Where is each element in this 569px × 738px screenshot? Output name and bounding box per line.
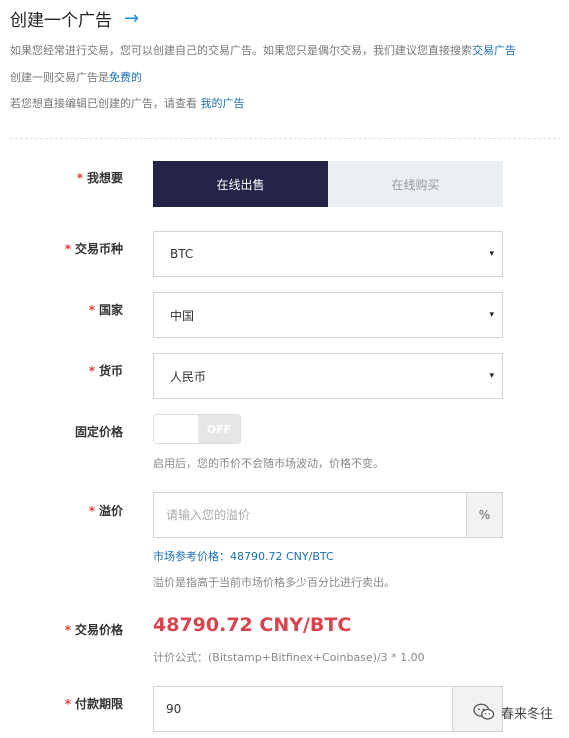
coin-label: * 交易币种 — [0, 240, 123, 257]
section-divider — [10, 138, 561, 139]
page-title: 创建一个广告 → — [10, 6, 139, 31]
page-title-text: 创建一个广告 — [10, 11, 112, 31]
required-mark: * — [88, 303, 95, 317]
country-label-text: 国家 — [98, 303, 123, 317]
country-select-value: 中国 — [170, 308, 195, 323]
premium-label-text: 溢价 — [98, 504, 123, 518]
intro-line-2: 创建一则交易广告是免费的 — [10, 69, 142, 85]
want-label: * 我想要 — [0, 169, 123, 186]
required-mark: * — [64, 697, 71, 711]
premium-label: * 溢价 — [0, 502, 123, 519]
intro-line-2-text: 创建一则交易广告是 — [10, 71, 109, 84]
required-mark: * — [88, 504, 95, 518]
chevron-down-icon: ▾ — [489, 249, 494, 259]
my-ads-link[interactable]: 我的广告 — [201, 97, 245, 110]
currency-label-text: 货币 — [98, 364, 123, 378]
trade-price-label-text: 交易价格 — [74, 623, 123, 637]
required-mark: * — [76, 171, 83, 185]
country-select[interactable]: 中国 ▾ — [153, 292, 503, 338]
intro-line-3: 若您想直接编辑已创建的广告，请查看 我的广告 — [10, 95, 245, 111]
currency-label: * 货币 — [0, 362, 123, 379]
market-reference-price: 市场参考价格：48790.72 CNY/BTC — [153, 550, 334, 563]
country-label: * 国家 — [0, 301, 123, 318]
premium-input-group: % — [153, 492, 503, 538]
free-link[interactable]: 免费的 — [109, 71, 142, 84]
coin-select-value: BTC — [170, 247, 194, 261]
switch-knob — [154, 415, 198, 443]
payment-window-input-group — [153, 686, 453, 732]
chevron-down-icon: ▾ — [489, 310, 494, 320]
required-mark: * — [64, 623, 71, 637]
arrow-right-icon[interactable]: → — [124, 8, 139, 29]
watermark: 春来冬往 — [473, 702, 553, 722]
coin-label-text: 交易币种 — [74, 242, 123, 256]
chevron-down-icon: ▾ — [489, 371, 494, 381]
switch-state: OFF — [198, 415, 240, 443]
required-mark: * — [64, 242, 71, 256]
buy-online-button[interactable]: 在线购买 — [328, 161, 503, 207]
fixed-price-label-text: 固定价格 — [74, 425, 123, 439]
percent-addon: % — [466, 493, 502, 537]
trade-ads-link[interactable]: 交易广告 — [472, 44, 516, 57]
fixed-price-label: 固定价格 — [0, 423, 123, 440]
wechat-icon — [473, 703, 495, 720]
fixed-price-hint: 启用后，您的币价不会随市场波动，价格不变。 — [153, 457, 384, 470]
want-label-text: 我想要 — [86, 171, 123, 185]
intro-line-3-text: 若您想直接编辑已创建的广告，请查看 — [10, 97, 197, 110]
payment-window-label-text: 付款期限 — [74, 697, 123, 711]
trade-price-value: 48790.72 CNY/BTC — [153, 614, 352, 636]
fixed-price-switch[interactable]: OFF — [153, 414, 241, 444]
premium-hint: 溢价是指高于当前市场价格多少百分比进行卖出。 — [153, 576, 395, 589]
required-mark: * — [88, 364, 95, 378]
sell-online-button[interactable]: 在线出售 — [153, 161, 328, 207]
premium-input[interactable] — [154, 493, 466, 537]
watermark-text: 春来冬往 — [500, 706, 553, 722]
payment-window-label: * 付款期限 — [0, 695, 123, 712]
price-formula: 计价公式：(Bitstamp+Bitfinex+Coinbase)/3 * 1.… — [153, 651, 425, 664]
trade-type-toggle: 在线出售 在线购买 — [153, 161, 503, 207]
intro-line-1-text: 如果您经常进行交易，您可以创建自己的交易广告。如果您只是偶尔交易，我们建议您直接… — [10, 44, 472, 57]
intro-line-1: 如果您经常进行交易，您可以创建自己的交易广告。如果您只是偶尔交易，我们建议您直接… — [10, 42, 516, 58]
trade-price-label: * 交易价格 — [0, 621, 123, 638]
currency-select-value: 人民币 — [170, 369, 207, 384]
payment-window-input[interactable] — [154, 687, 452, 731]
currency-select[interactable]: 人民币 ▾ — [153, 353, 503, 399]
coin-select[interactable]: BTC ▾ — [153, 231, 503, 277]
